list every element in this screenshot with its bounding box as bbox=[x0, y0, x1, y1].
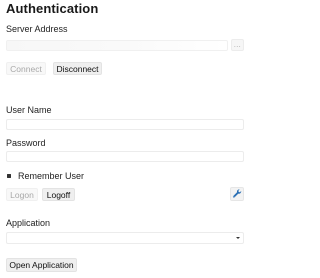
server-address-label: Server Address bbox=[6, 24, 68, 34]
browse-server-button[interactable]: ... bbox=[231, 39, 244, 51]
wrench-icon bbox=[232, 189, 242, 198]
application-label: Application bbox=[6, 218, 51, 228]
application-select[interactable] bbox=[6, 232, 244, 244]
disconnect-button[interactable]: Disconnect bbox=[53, 62, 102, 75]
chevron-down-icon bbox=[236, 237, 240, 239]
section-title: Authentication bbox=[6, 1, 99, 16]
username-label: User Name bbox=[6, 105, 52, 115]
username-value bbox=[7, 126, 9, 135]
logon-button[interactable]: Logon bbox=[6, 188, 38, 201]
open-application-button[interactable]: Open Application bbox=[6, 258, 77, 272]
server-address-input[interactable] bbox=[6, 40, 228, 51]
connect-button[interactable]: Connect bbox=[6, 62, 46, 75]
remember-user-label: Remember User bbox=[18, 171, 85, 181]
server-address-value bbox=[7, 47, 9, 56]
logoff-button[interactable]: Logoff bbox=[42, 188, 75, 201]
password-value bbox=[7, 158, 9, 167]
password-input[interactable] bbox=[6, 151, 244, 162]
checkbox-checked-indicator bbox=[7, 174, 11, 178]
password-label: Password bbox=[6, 138, 46, 148]
username-input[interactable] bbox=[6, 119, 244, 130]
remember-user-checkbox[interactable]: Remember User bbox=[7, 171, 84, 181]
settings-button[interactable] bbox=[230, 187, 244, 201]
